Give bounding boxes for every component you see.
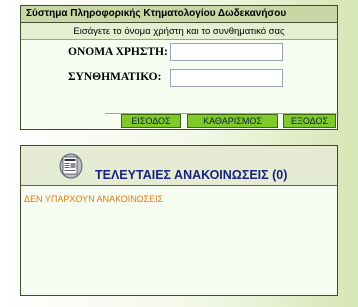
no-announcements-text: ΔΕΝ ΥΠΑΡΧΟΥΝ ΑΝΑΚΟΙΝΩΣΕΙΣ xyxy=(24,194,164,204)
clear-button[interactable]: ΚΑΘΑΡΙΣΜΟΣ xyxy=(187,114,278,128)
login-panel: Σύστημα Πληροφορικής Κτηματολογίου Δωδεκ… xyxy=(20,5,339,130)
announcements-panel: ΤΕΛΕΥΤΑΙΕΣ ΑΝΑΚΟΙΝΩΣΕΙΣ (0) ΔΕΝ ΥΠΑΡΧΟΥΝ… xyxy=(20,145,338,296)
newspaper-icon xyxy=(59,151,83,179)
announcements-title: ΤΕΛΕΥΤΑΙΕΣ ΑΝΑΚΟΙΝΩΣΕΙΣ (0) xyxy=(95,168,288,182)
login-panel-title: Σύστημα Πληροφορικής Κτηματολογίου Δωδεκ… xyxy=(21,6,337,23)
password-label: ΣΥΝΘΗΜΑΤΙΚΟ: xyxy=(68,71,162,83)
password-input[interactable] xyxy=(170,69,283,87)
username-label: ΟΝΟΜΑ ΧΡΗΣΤΗ: xyxy=(68,46,168,58)
login-instructions: Εισάγετε το όνομα χρήστη και το συνθηματ… xyxy=(21,23,337,40)
username-input[interactable] xyxy=(170,43,283,61)
exit-button[interactable]: ΕΞΟΔΟΣ xyxy=(283,114,336,128)
login-button[interactable]: ΕΙΣΟΔΟΣ xyxy=(121,114,181,128)
announcements-header: ΤΕΛΕΥΤΑΙΕΣ ΑΝΑΚΟΙΝΩΣΕΙΣ (0) xyxy=(21,146,337,186)
